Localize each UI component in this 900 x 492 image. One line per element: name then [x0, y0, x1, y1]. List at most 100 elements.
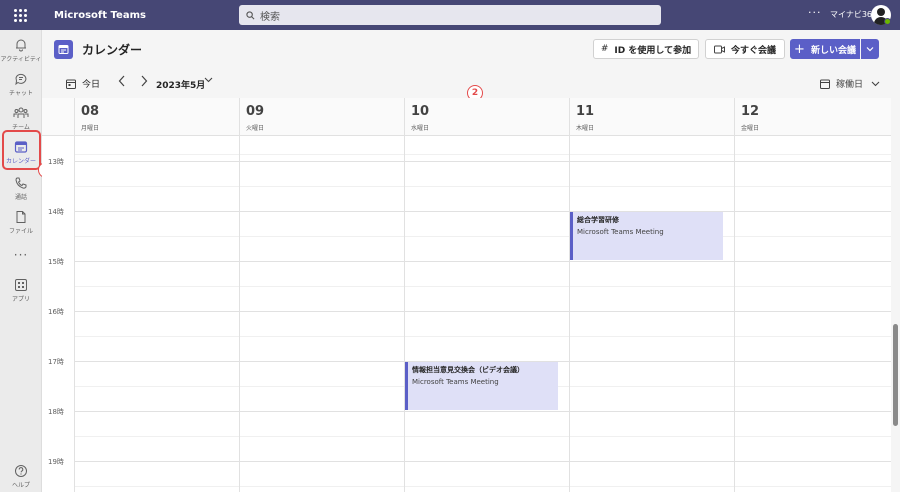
- day-weekday: 月曜日: [81, 125, 100, 132]
- hour-line: [74, 261, 891, 262]
- apps-icon: [15, 279, 27, 291]
- day-column-divider: [404, 136, 405, 492]
- new-meeting-button[interactable]: + 新しい会議: [790, 39, 860, 59]
- rail-item-apps[interactable]: アプリ: [0, 274, 42, 310]
- hour-label: 19時: [48, 458, 64, 466]
- app-title: Microsoft Teams: [54, 9, 146, 21]
- day-header[interactable]: 12 金曜日: [734, 98, 891, 136]
- chevron-down-icon: [866, 47, 874, 52]
- teams-icon: [13, 107, 29, 118]
- calendar-view-icon: [820, 79, 830, 89]
- next-week-button[interactable]: [140, 75, 148, 91]
- more-icon: ···: [13, 248, 29, 262]
- half-hour-line: [74, 336, 891, 337]
- calendar-grid: 13時 14時 15時 16時 17時 18時 19時 08 月曜日 09 火曜日 10 水曜日 11 木曜…: [42, 98, 891, 492]
- view-label: 稼働日: [836, 80, 864, 90]
- search-placeholder: 検索: [260, 11, 280, 23]
- month-picker-button[interactable]: [204, 76, 213, 86]
- hour-line: [74, 161, 891, 162]
- meet-now-button[interactable]: 今すぐ会議: [705, 39, 785, 59]
- rail-label-activity: アクティビティ: [0, 56, 42, 63]
- day-column-divider: [239, 136, 240, 492]
- annotation-highlight-box: [2, 130, 41, 170]
- half-hour-line: [74, 236, 891, 237]
- bell-icon: [16, 39, 26, 52]
- rail-item-chat[interactable]: チャット: [0, 68, 42, 104]
- rail-label-calls: 通話: [14, 194, 27, 201]
- rail-item-calls[interactable]: 通話: [0, 172, 42, 208]
- rail-item-help[interactable]: ヘルプ: [0, 460, 42, 492]
- day-header[interactable]: 11 木曜日: [569, 98, 734, 136]
- day-column-divider: [734, 136, 735, 492]
- app-rail: アクティビティ チャット チーム カレンダー 通話 ファイル ··· アプリ ヘ…: [0, 30, 42, 492]
- event-subtitle: Microsoft Teams Meeting: [412, 378, 499, 386]
- page-title: カレンダー: [82, 43, 143, 57]
- day-header[interactable]: 10 水曜日: [404, 98, 569, 136]
- phone-icon: [15, 177, 27, 189]
- search-icon: [246, 10, 255, 19]
- rail-label-chat: チャット: [9, 90, 33, 97]
- scrollbar-thumb[interactable]: [893, 324, 898, 426]
- day-number: 11: [576, 104, 595, 119]
- day-weekday: 木曜日: [576, 125, 595, 132]
- chevron-down-icon: [871, 81, 880, 86]
- chevron-down-icon: [204, 77, 213, 83]
- file-icon: [16, 211, 26, 223]
- hashtag-icon: #: [600, 44, 609, 54]
- day-number: 12: [741, 104, 760, 119]
- day-header[interactable]: 08 月曜日: [74, 98, 239, 136]
- search-input[interactable]: 検索: [239, 5, 661, 25]
- time-gutter-header: [42, 98, 74, 136]
- hour-label: 15時: [48, 258, 64, 266]
- rail-item-activity[interactable]: アクティビティ: [0, 34, 42, 70]
- join-with-id-label: ID を使用して参加: [614, 45, 692, 56]
- hour-label: 18時: [48, 408, 64, 416]
- join-with-id-button[interactable]: # ID を使用して参加: [593, 39, 699, 59]
- calendar-header: カレンダー # ID を使用して参加 今すぐ会議 + 新しい会議: [42, 30, 900, 68]
- new-meeting-dropdown-button[interactable]: [861, 39, 879, 59]
- app-launcher-button[interactable]: [0, 0, 40, 30]
- hour-line: [74, 461, 891, 462]
- event-title: 総合学習研修: [577, 216, 619, 224]
- rail-label-apps: アプリ: [11, 296, 30, 303]
- day-weekday: 金曜日: [741, 125, 760, 132]
- half-hour-line: [74, 186, 891, 187]
- chevron-right-icon: [141, 75, 148, 87]
- hour-line: [74, 411, 891, 412]
- scrollbar-track[interactable]: [891, 98, 900, 492]
- half-hour-line: [74, 286, 891, 287]
- today-button[interactable]: 今日: [66, 77, 100, 90]
- day-column-divider: [74, 136, 75, 492]
- calendar-event[interactable]: 情報担当意見交換会（ビデオ会議） Microsoft Teams Meeting: [405, 362, 558, 410]
- day-column-divider: [569, 136, 570, 492]
- previous-week-button[interactable]: [118, 75, 126, 91]
- rail-item-files[interactable]: ファイル: [0, 206, 42, 242]
- hour-label: 16時: [48, 308, 64, 316]
- month-label[interactable]: 2023年5月: [156, 78, 205, 91]
- day-number: 08: [81, 104, 100, 119]
- day-weekday: 水曜日: [411, 125, 430, 132]
- hour-label: 17時: [48, 358, 64, 366]
- event-title: 情報担当意見交換会（ビデオ会議）: [412, 366, 524, 374]
- rail-label-files: ファイル: [8, 228, 33, 235]
- hour-line: [74, 311, 891, 312]
- presence-status-icon: [884, 18, 891, 25]
- chevron-left-icon: [118, 75, 125, 87]
- help-icon: [15, 465, 27, 477]
- new-meeting-label: 新しい会議: [810, 45, 856, 56]
- calendar-app-icon: [54, 40, 73, 59]
- half-hour-line: [74, 436, 891, 437]
- video-icon: [713, 45, 725, 53]
- chat-icon: [15, 73, 27, 86]
- half-hour-line: [74, 486, 891, 487]
- settings-more-button[interactable]: ···: [808, 6, 822, 19]
- day-number: 10: [411, 104, 430, 119]
- hour-label: 14時: [48, 208, 64, 216]
- hour-label: 13時: [48, 158, 64, 166]
- day-header[interactable]: 09 火曜日: [239, 98, 404, 136]
- waffle-icon: [13, 8, 27, 22]
- event-subtitle: Microsoft Teams Meeting: [577, 228, 664, 236]
- calendar-event[interactable]: 総合学習研修 Microsoft Teams Meeting: [570, 212, 723, 260]
- meet-now-label: 今すぐ会議: [730, 45, 776, 56]
- view-switcher[interactable]: 稼働日: [820, 77, 886, 90]
